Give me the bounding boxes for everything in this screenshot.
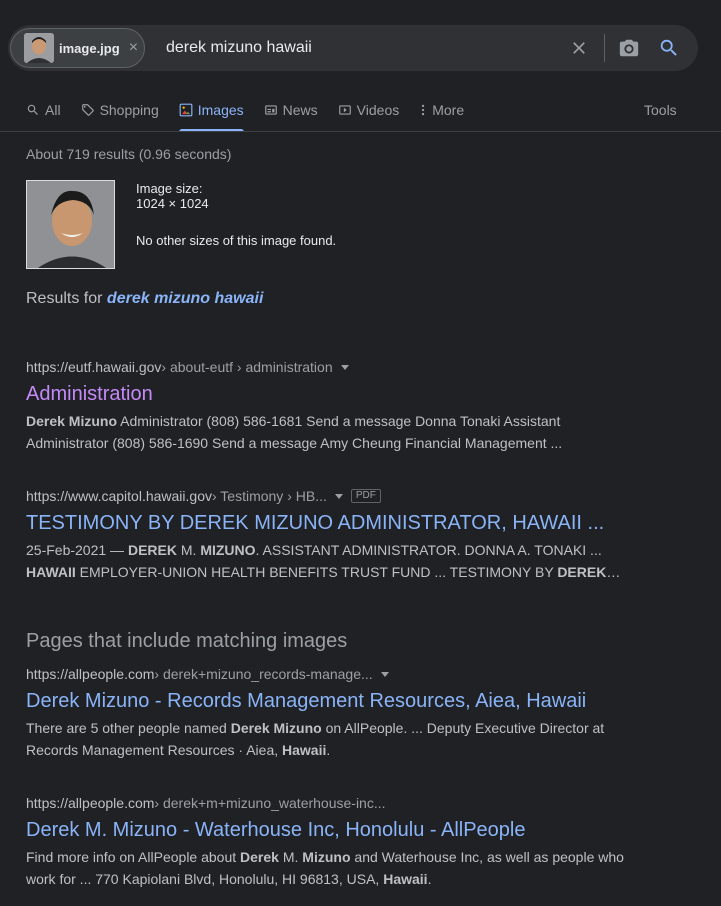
snippet-text: …: [606, 564, 621, 580]
matching-result: https://allpeople.com › derek+mizuno_rec…: [26, 666, 636, 761]
snippet-bold: MIZUNO: [200, 542, 256, 558]
tab-images[interactable]: Images: [178, 94, 244, 132]
news-icon: [264, 105, 277, 115]
clear-icon[interactable]: [569, 38, 589, 58]
chip-thumbnail: [24, 33, 54, 63]
result-path: › Testimony › HB...: [211, 488, 327, 504]
pdf-badge: PDF: [350, 489, 381, 503]
tab-videos[interactable]: Videos: [338, 94, 400, 132]
result-title-link[interactable]: Derek Mizuno - Records Management Resour…: [26, 688, 636, 714]
searchbar-divider: [604, 34, 605, 62]
snippet-bold: HAWAII: [26, 564, 76, 580]
snippet-bold: DEREK: [127, 542, 177, 558]
result-title-link[interactable]: Derek M. Mizuno - Waterhouse Inc, Honolu…: [26, 817, 636, 843]
search-bar: image.jpg × derek mizuno hawaii: [8, 25, 698, 71]
query-image-thumbnail[interactable]: [26, 180, 115, 269]
chip-filename: image.jpg: [59, 40, 120, 56]
result-snippet: 25-Feb-2021 — DEREK M. MIZUNO. ASSISTANT…: [26, 539, 636, 583]
result-stats: About 719 results (0.96 seconds): [26, 146, 232, 162]
result-snippet: Find more info on AllPeople about Derek …: [26, 846, 636, 890]
snippet-text: EMPLOYER-UNION HEALTH BENEFITS TRUST FUN…: [75, 564, 558, 580]
result-path: › derek+mizuno_records-manage...: [154, 666, 373, 682]
result-title-link[interactable]: TESTIMONY BY DEREK MIZUNO ADMINISTRATOR,…: [26, 510, 636, 536]
video-icon: [338, 105, 351, 115]
tab-label: All: [45, 102, 61, 118]
snippet-text: Records Management Resources · Aiea,: [26, 742, 283, 758]
result-domain: https://eutf.hawaii.gov: [26, 359, 162, 375]
result-domain: https://allpeople.com: [26, 795, 155, 811]
tools-button[interactable]: Tools: [644, 102, 677, 118]
result-domain: https://allpeople.com: [26, 666, 155, 682]
search-result: https://eutf.hawaii.gov › about-eutf › a…: [26, 359, 636, 454]
snippet-text: on AllPeople. ... Deputy Executive Direc…: [321, 720, 605, 736]
no-other-sizes: No other sizes of this image found.: [136, 233, 337, 248]
search-input[interactable]: derek mizuno hawaii: [166, 39, 312, 57]
snippet-bold: Derek Mizuno: [26, 413, 118, 429]
tabs-divider: [0, 131, 721, 132]
result-snippet: There are 5 other people named Derek Miz…: [26, 717, 636, 761]
snippet-bold: DEREK: [557, 564, 607, 580]
matching-result: https://allpeople.com › derek+m+mizuno_w…: [26, 795, 636, 890]
snippet-text: There are 5 other people named: [26, 720, 231, 736]
results-for-query-link[interactable]: derek mizuno hawaii: [107, 290, 263, 307]
snippet-text: Administrator (808) 586-1681 Send a mess…: [117, 413, 561, 429]
tab-label: Images: [197, 102, 244, 118]
search-icon[interactable]: [658, 37, 680, 59]
image-search-chip[interactable]: image.jpg ×: [10, 28, 145, 68]
snippet-text: Find more info on AllPeople about: [26, 849, 241, 865]
snippet-text: Administrator (808) 586-1690 Send a mess…: [26, 435, 563, 451]
more-vert-icon: [422, 104, 425, 116]
snippet-bold: Hawaii: [282, 742, 327, 758]
search-result: https://www.capitol.hawaii.gov › Testimo…: [26, 488, 636, 583]
result-path: › derek+m+mizuno_waterhouse-inc...: [154, 795, 386, 811]
snippet-text: .: [326, 742, 331, 758]
tag-icon: [81, 104, 94, 116]
snippet-text: .: [427, 871, 432, 887]
result-title-link[interactable]: Administration: [26, 381, 636, 407]
snippet-bold: Derek: [240, 849, 279, 865]
image-size-label: Image size:: [136, 181, 203, 196]
snippet-text: and Waterhouse Inc, as well as people wh…: [350, 849, 624, 865]
search-tabs: All Shopping Images News Videos More: [26, 94, 484, 132]
image-size-value: 1024 × 1024: [136, 196, 209, 211]
menu-triangle-icon[interactable]: [334, 493, 343, 499]
snippet-bold: Hawaii: [383, 871, 428, 887]
image-icon: [179, 103, 193, 117]
snippet-text: M.: [278, 849, 303, 865]
tab-label: Videos: [356, 102, 400, 118]
chip-close-icon[interactable]: ×: [129, 40, 138, 56]
result-path: › about-eutf › administration: [161, 359, 333, 375]
menu-triangle-icon[interactable]: [340, 364, 349, 370]
tab-label: News: [282, 102, 318, 118]
tab-shopping[interactable]: Shopping: [81, 94, 159, 132]
matching-images-heading: Pages that include matching images: [26, 630, 348, 652]
results-for: Results for derek mizuno hawaii: [26, 290, 263, 308]
snippet-date: 25-Feb-2021 —: [26, 542, 128, 558]
result-cite[interactable]: https://www.capitol.hawaii.gov › Testimo…: [26, 488, 636, 504]
snippet-bold: Derek Mizuno: [230, 720, 322, 736]
snippet-text: work for ... 770 Kapiolani Blvd, Honolul…: [26, 871, 384, 887]
snippet-text: M.: [176, 542, 201, 558]
result-cite[interactable]: https://allpeople.com › derek+m+mizuno_w…: [26, 795, 636, 811]
tab-label: Shopping: [99, 102, 159, 118]
tab-all[interactable]: All: [26, 94, 61, 132]
result-cite[interactable]: https://eutf.hawaii.gov › about-eutf › a…: [26, 359, 636, 375]
snippet-text: . ASSISTANT ADMINISTRATOR. DONNA A. TONA…: [255, 542, 602, 558]
result-cite[interactable]: https://allpeople.com › derek+mizuno_rec…: [26, 666, 636, 682]
tab-label: More: [432, 102, 465, 118]
result-snippet: Derek Mizuno Administrator (808) 586-168…: [26, 410, 636, 454]
menu-triangle-icon[interactable]: [380, 671, 389, 677]
tab-more[interactable]: More: [419, 94, 464, 132]
camera-icon[interactable]: [618, 37, 640, 59]
search-icon: [27, 104, 38, 115]
snippet-bold: Mizuno: [302, 849, 351, 865]
result-domain: https://www.capitol.hawaii.gov: [26, 488, 212, 504]
tab-news[interactable]: News: [264, 94, 318, 132]
results-for-prefix: Results for: [26, 290, 103, 307]
